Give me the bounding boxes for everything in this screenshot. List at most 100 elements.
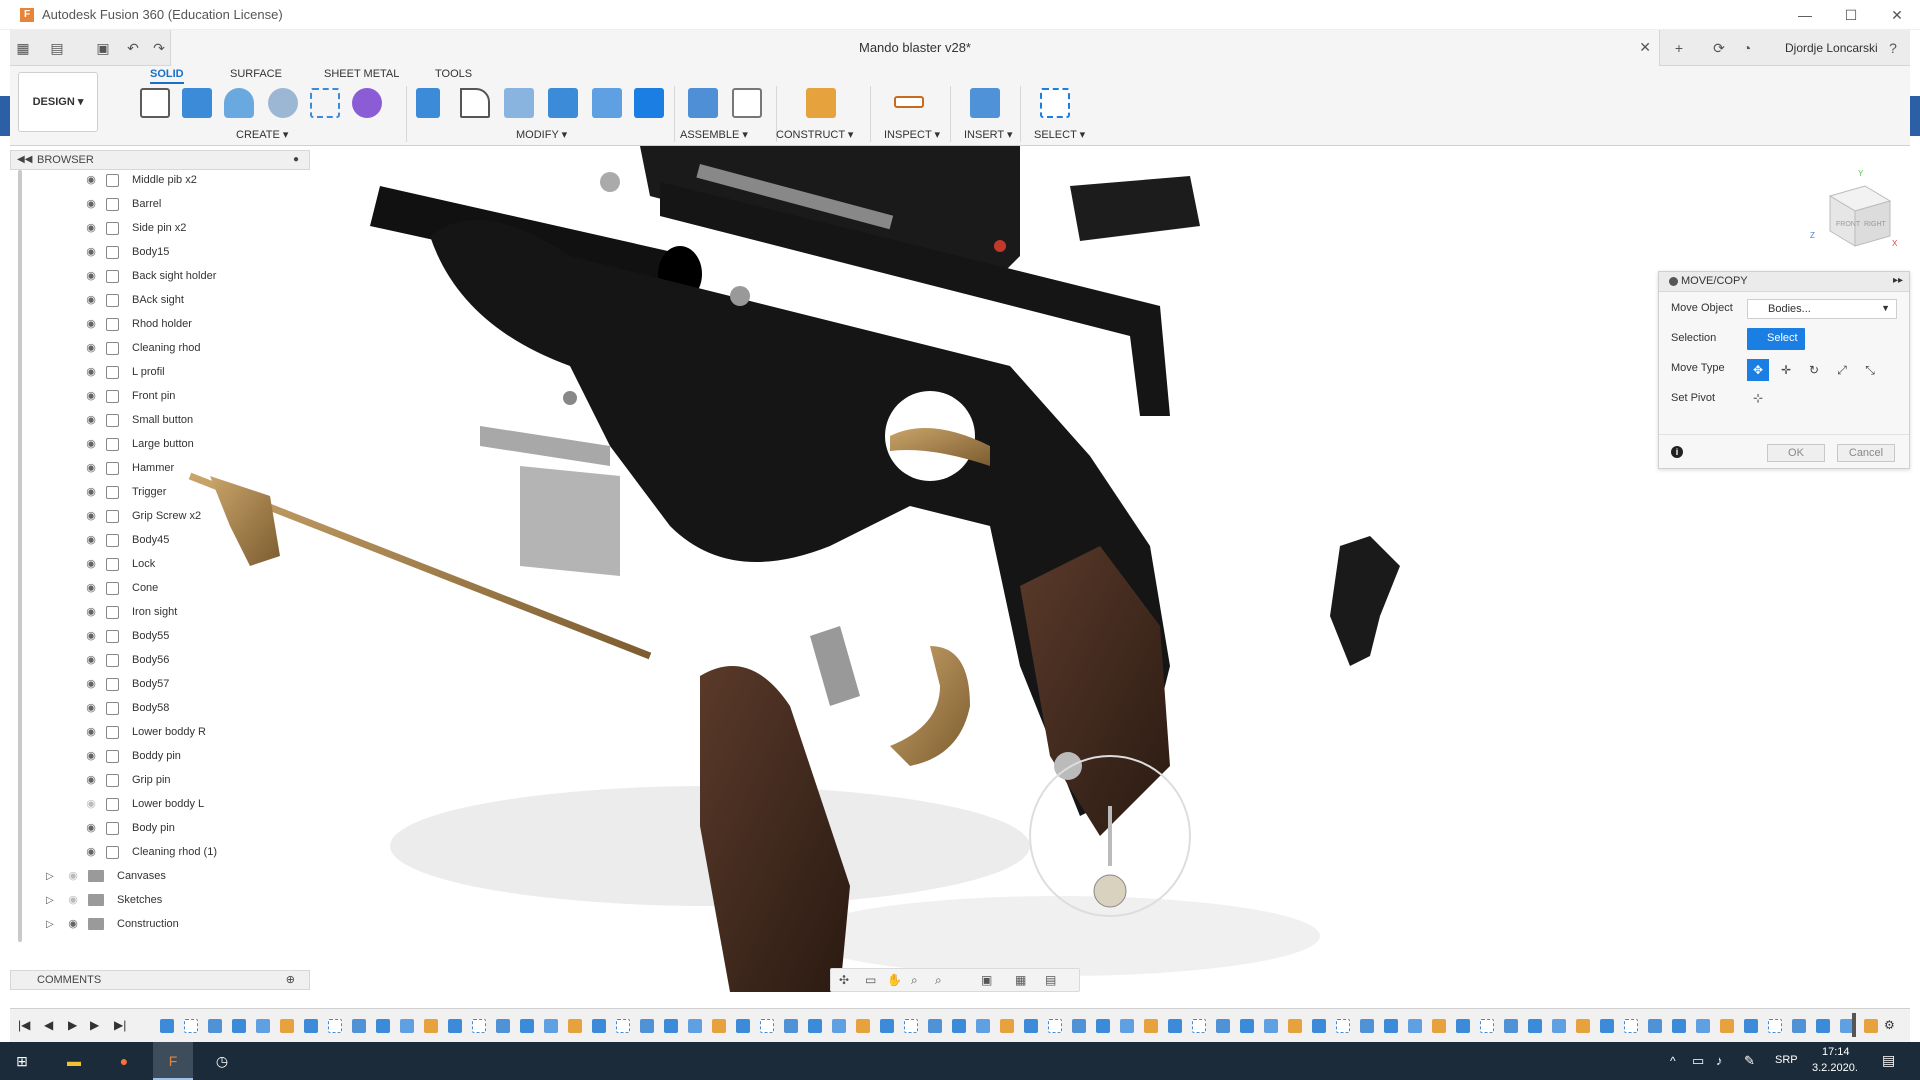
close-window-button[interactable]: ✕ bbox=[1874, 0, 1920, 30]
minimize-button[interactable]: — bbox=[1782, 0, 1828, 30]
visibility-eye-icon[interactable]: ◉ bbox=[84, 197, 98, 211]
windows-start-icon[interactable]: ⊞ bbox=[10, 1049, 34, 1073]
joint-icon[interactable] bbox=[732, 88, 762, 118]
body-name[interactable]: Large button bbox=[129, 437, 197, 451]
timeline-feature-icon[interactable] bbox=[664, 1019, 678, 1033]
body-name[interactable]: Body pin bbox=[129, 821, 178, 835]
timeline-feature-icon[interactable] bbox=[976, 1019, 990, 1033]
timeline-feature-icon[interactable] bbox=[1144, 1019, 1158, 1033]
browser-body-row[interactable]: ◉ Cleaning rhod bbox=[84, 338, 204, 358]
timeline-feature-icon[interactable] bbox=[1000, 1019, 1014, 1033]
timeline-feature-icon[interactable] bbox=[592, 1019, 606, 1033]
timeline-feature-icon[interactable] bbox=[1216, 1019, 1230, 1033]
browser-body-row[interactable]: ◉ Middle pib x2 bbox=[84, 170, 200, 190]
timeline-feature-icon[interactable] bbox=[784, 1019, 798, 1033]
timeline-feature-icon[interactable] bbox=[1120, 1019, 1134, 1033]
timeline-feature-icon[interactable] bbox=[232, 1019, 246, 1033]
visibility-eye-icon[interactable]: ◉ bbox=[84, 821, 98, 835]
folder-name[interactable]: Canvases bbox=[114, 869, 169, 883]
body-name[interactable]: Cleaning rhod bbox=[129, 341, 204, 355]
browser-pin-icon[interactable]: ● bbox=[293, 154, 299, 165]
file-explorer-icon[interactable]: ▬ bbox=[62, 1049, 86, 1073]
timeline-feature-icon[interactable] bbox=[1576, 1019, 1590, 1033]
selection-select-button[interactable]: Select bbox=[1747, 328, 1805, 350]
body-name[interactable]: Cleaning rhod (1) bbox=[129, 845, 220, 859]
timeline-feature-icon[interactable] bbox=[496, 1019, 510, 1033]
workspace-switcher[interactable]: DESIGN ▾ bbox=[18, 72, 98, 132]
browser-body-row[interactable]: ◉ Grip Screw x2 bbox=[84, 506, 205, 526]
timeline-feature-icon[interactable] bbox=[736, 1019, 750, 1033]
collapse-browser-icon[interactable]: ◀◀ bbox=[17, 154, 32, 165]
body-name[interactable]: Body15 bbox=[129, 245, 173, 259]
visibility-eye-icon[interactable]: ◉ bbox=[66, 869, 80, 883]
timeline-feature-icon[interactable] bbox=[352, 1019, 366, 1033]
timeline-feature-icon[interactable] bbox=[880, 1019, 894, 1033]
timeline-feature-icon[interactable] bbox=[808, 1019, 822, 1033]
browser-body-row[interactable]: ◉ Boddy pin bbox=[84, 746, 184, 766]
body-name[interactable]: Lock bbox=[129, 557, 159, 571]
visibility-eye-icon[interactable]: ◉ bbox=[84, 797, 98, 811]
visibility-eye-icon[interactable]: ◉ bbox=[84, 629, 98, 643]
timeline-feature-icon[interactable] bbox=[1096, 1019, 1110, 1033]
body-name[interactable]: Body57 bbox=[129, 677, 173, 691]
modify-menu[interactable]: MODIFY ▾ bbox=[516, 128, 567, 141]
timeline-feature-icon[interactable] bbox=[1336, 1019, 1350, 1033]
timeline-feature-icon[interactable] bbox=[400, 1019, 414, 1033]
body-name[interactable]: Front pin bbox=[129, 389, 179, 403]
visibility-eye-icon[interactable]: ◉ bbox=[84, 485, 98, 499]
browser-body-row[interactable]: ◉ Small button bbox=[84, 410, 197, 430]
visibility-eye-icon[interactable]: ◉ bbox=[84, 653, 98, 667]
visibility-eye-icon[interactable]: ◉ bbox=[84, 173, 98, 187]
tab-solid[interactable]: SOLID bbox=[150, 68, 184, 84]
visibility-eye-icon[interactable]: ◉ bbox=[84, 461, 98, 475]
body-name[interactable]: Iron sight bbox=[129, 605, 181, 619]
clock-date[interactable]: 3.2.2020. bbox=[1812, 1062, 1858, 1074]
visibility-eye-icon[interactable]: ◉ bbox=[84, 389, 98, 403]
timeline-feature-icon[interactable] bbox=[424, 1019, 438, 1033]
timeline-feature-icon[interactable] bbox=[1768, 1019, 1782, 1033]
undo-icon[interactable]: ↶ bbox=[124, 39, 142, 57]
split-body-icon[interactable] bbox=[592, 88, 622, 118]
browser-body-row[interactable]: ◉ Barrel bbox=[84, 194, 165, 214]
body-name[interactable]: Trigger bbox=[129, 485, 170, 499]
body-name[interactable]: Grip Screw x2 bbox=[129, 509, 205, 523]
display-settings-icon[interactable]: ▣ bbox=[981, 973, 992, 987]
body-name[interactable]: Lower boddy L bbox=[129, 797, 208, 811]
visibility-eye-icon[interactable]: ◉ bbox=[84, 413, 98, 427]
new-tab-icon[interactable]: + bbox=[1670, 39, 1688, 57]
browser-body-row[interactable]: ◉ Body56 bbox=[84, 650, 173, 670]
timeline-feature-icon[interactable] bbox=[616, 1019, 630, 1033]
browser-body-row[interactable]: ◉ Hammer bbox=[84, 458, 178, 478]
point-to-point-icon[interactable]: ⤢ bbox=[1831, 359, 1853, 381]
orbit-icon[interactable]: ✣ bbox=[839, 973, 849, 987]
save-icon[interactable]: ▣ bbox=[94, 39, 112, 57]
combine-icon[interactable] bbox=[548, 88, 578, 118]
browser-body-row[interactable]: ◉ Body45 bbox=[84, 530, 173, 550]
visibility-eye-icon[interactable]: ◉ bbox=[84, 509, 98, 523]
timeline-feature-icon[interactable] bbox=[1312, 1019, 1326, 1033]
step-back-icon[interactable]: ◀ bbox=[44, 1018, 53, 1032]
timeline-feature-icon[interactable] bbox=[208, 1019, 222, 1033]
clock-time[interactable]: 17:14 bbox=[1822, 1046, 1850, 1058]
timeline-feature-icon[interactable] bbox=[928, 1019, 942, 1033]
visibility-eye-icon[interactable]: ◉ bbox=[66, 893, 80, 907]
timeline-settings-icon[interactable]: ⚙ bbox=[1884, 1018, 1895, 1032]
body-name[interactable]: Back sight holder bbox=[129, 269, 220, 283]
visibility-eye-icon[interactable]: ◉ bbox=[84, 845, 98, 859]
visibility-eye-icon[interactable]: ◉ bbox=[84, 221, 98, 235]
body-name[interactable]: Rhod holder bbox=[129, 317, 195, 331]
browser-body-row[interactable]: ◉ Lower boddy L bbox=[84, 794, 208, 814]
add-comment-icon[interactable]: ⊕ bbox=[286, 973, 295, 986]
tab-surface[interactable]: SURFACE bbox=[230, 68, 282, 80]
timeline-feature-icon[interactable] bbox=[160, 1019, 174, 1033]
browser-body-row[interactable]: ◉ Lock bbox=[84, 554, 159, 574]
timeline-feature-icon[interactable] bbox=[640, 1019, 654, 1033]
expand-triangle-icon[interactable]: ▷ bbox=[46, 871, 60, 882]
play-icon[interactable]: ▶ bbox=[68, 1018, 77, 1032]
browser-body-row[interactable]: ◉ Body57 bbox=[84, 674, 173, 694]
timeline-feature-icon[interactable] bbox=[1864, 1019, 1878, 1033]
body-name[interactable]: Body56 bbox=[129, 653, 173, 667]
timeline-feature-icon[interactable] bbox=[856, 1019, 870, 1033]
timeline-feature-icon[interactable] bbox=[712, 1019, 726, 1033]
browser-body-row[interactable]: ◉ BAck sight bbox=[84, 290, 187, 310]
